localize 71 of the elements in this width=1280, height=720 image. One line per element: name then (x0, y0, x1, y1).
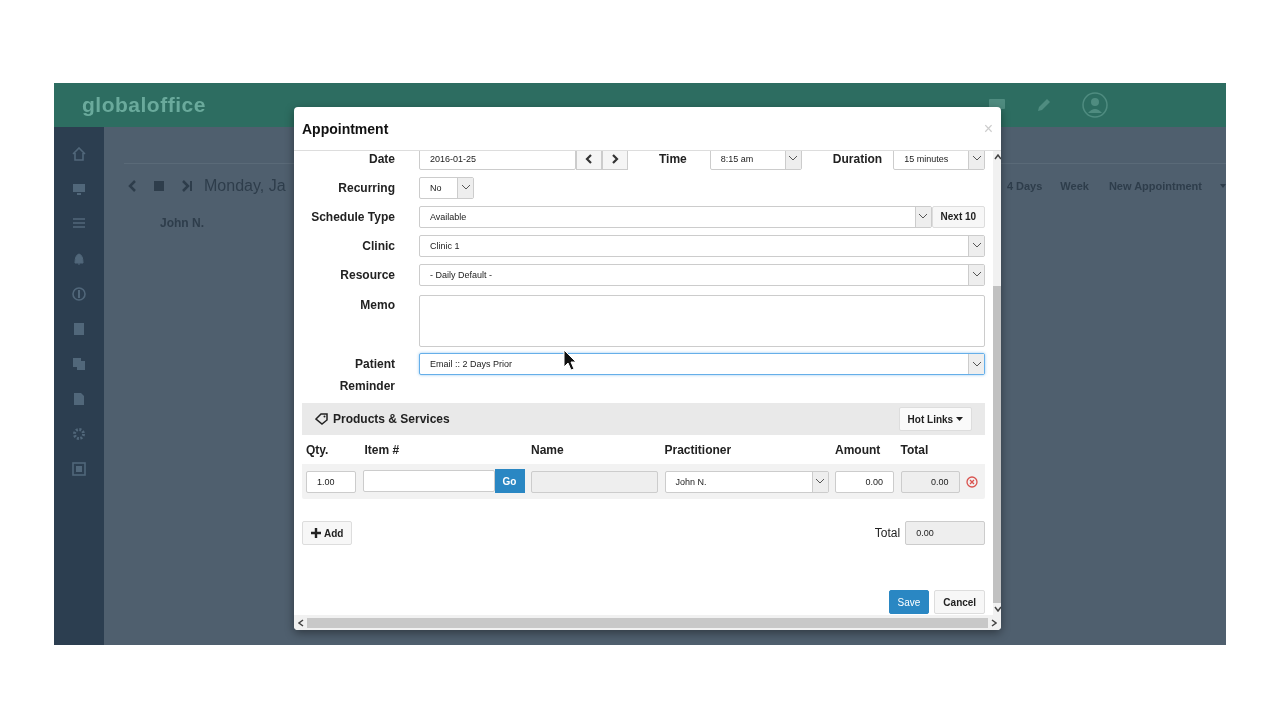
clinic-select[interactable]: Clinic 1 (419, 234, 986, 257)
chevron-down-icon[interactable] (972, 361, 981, 367)
previous-date-button[interactable] (576, 151, 602, 170)
field-label: Memo (359, 297, 395, 312)
panel-title: Products & Services (333, 412, 450, 426)
next-10-button[interactable]: Next 10 (931, 205, 986, 228)
scroll-left-icon[interactable] (298, 618, 304, 627)
field-label: Time (659, 151, 687, 166)
cursor-icon (563, 349, 577, 371)
previous-icon[interactable] (128, 180, 136, 192)
column-header: Total (900, 442, 930, 457)
gear-icon[interactable] (72, 427, 86, 441)
scroll-down-icon[interactable] (994, 606, 1001, 612)
cancel-button[interactable]: Cancel (934, 590, 986, 614)
resource-select[interactable]: - Daily Default - (419, 263, 986, 286)
field-label: Recurring (337, 180, 395, 195)
chevron-down-icon[interactable] (816, 479, 824, 484)
column-header: Name (531, 442, 565, 457)
monitor-icon[interactable] (72, 182, 86, 196)
next-icon[interactable] (182, 180, 192, 192)
chevron-down-icon[interactable] (461, 185, 470, 190)
document-icon[interactable] (72, 392, 86, 406)
total-label: Total (874, 526, 901, 540)
field-label: Duration (832, 151, 883, 166)
chevron-down-icon[interactable] (972, 243, 981, 248)
column-header: Qty. (306, 442, 330, 457)
field-label: Schedule Type (310, 209, 395, 224)
item-number-field[interactable] (362, 470, 495, 492)
chevron-down-icon[interactable] (919, 214, 928, 219)
scroll-right-icon[interactable] (991, 618, 997, 627)
quantity-field[interactable]: 1.00 (306, 470, 356, 493)
plus-icon[interactable] (311, 528, 321, 538)
dialog-title: Appointment (302, 120, 389, 137)
memo-field[interactable] (419, 295, 986, 347)
schedule-type-select[interactable]: Available (419, 205, 932, 228)
column-header: Item # (363, 442, 401, 457)
chevron-down-icon[interactable] (789, 156, 798, 161)
hot-links-button[interactable]: Hot Links (898, 407, 973, 431)
total-field: 0.00 (900, 470, 960, 493)
horizontal-scrollbar[interactable] (294, 615, 1001, 630)
image-icon[interactable] (72, 462, 86, 476)
recurring-select[interactable]: No (419, 176, 474, 199)
copy-icon[interactable] (72, 357, 86, 371)
amount-field[interactable]: 0.00 (835, 470, 894, 493)
remove-icon[interactable] (966, 475, 978, 488)
chevron-down-icon[interactable] (972, 272, 981, 277)
field-label: Resource (339, 267, 395, 282)
go-button[interactable]: Go (494, 469, 525, 493)
chevron-right-icon[interactable] (611, 153, 619, 164)
grand-total-field: 0.00 (905, 521, 986, 545)
bell-icon[interactable] (72, 252, 86, 266)
column-header: Practitioner (664, 442, 733, 457)
time-select[interactable]: 8:15 am (709, 151, 802, 170)
chevron-left-icon[interactable] (585, 153, 593, 164)
vertical-scrollbar[interactable] (993, 151, 1001, 615)
field-label: Date (368, 151, 395, 166)
next-date-button[interactable] (602, 151, 628, 170)
practitioner-select[interactable]: John N. (664, 470, 829, 493)
date-field[interactable]: 2016-01-25 (419, 151, 576, 170)
column-header: Amount (835, 442, 882, 457)
chevron-down-icon[interactable] (972, 156, 981, 161)
save-button[interactable]: Save (888, 590, 930, 614)
tag-icon (315, 413, 328, 425)
caret-icon[interactable] (956, 417, 964, 421)
field-label: Clinic (361, 238, 395, 253)
home-icon[interactable] (72, 147, 86, 161)
scroll-up-icon[interactable] (994, 154, 1001, 160)
patient-reminder-select[interactable]: Email :: 2 Days Prior (419, 353, 986, 375)
field-label: Patient Reminder (338, 356, 395, 395)
add-button[interactable]: Add (302, 521, 353, 545)
duration-select[interactable]: 15 minutes (893, 151, 986, 170)
